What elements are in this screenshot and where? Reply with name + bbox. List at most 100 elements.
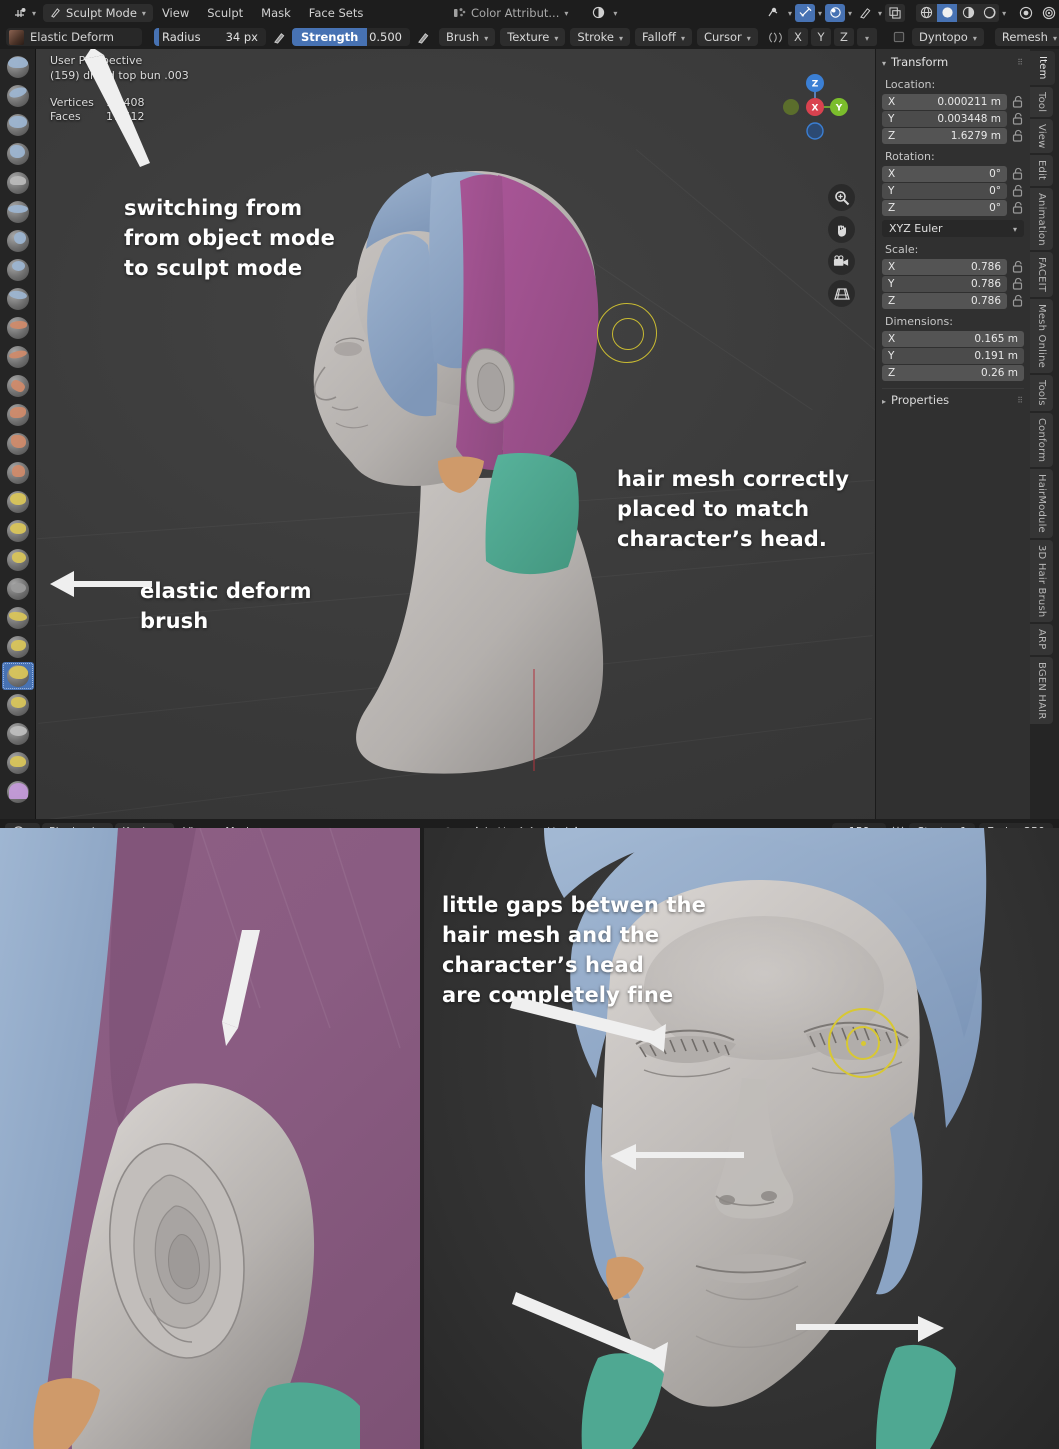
solid-shading-icon[interactable]	[937, 3, 958, 22]
popover-falloff[interactable]: Falloff ▾	[635, 28, 692, 46]
clay-thumb-brush[interactable]	[2, 169, 34, 197]
symmetry-y-toggle[interactable]: Y	[811, 28, 831, 46]
inflate-brush[interactable]	[2, 227, 34, 255]
rotate-brush[interactable]	[1, 662, 34, 690]
lock-icon[interactable]	[1011, 201, 1024, 215]
editor-type-icon[interactable]: ▾	[6, 4, 43, 22]
lock-icon[interactable]	[1011, 260, 1024, 274]
lock-icon[interactable]	[1011, 277, 1024, 291]
symmetry-x-toggle[interactable]: X	[788, 28, 808, 46]
smooth-brush[interactable]	[2, 314, 34, 342]
flatten-brush[interactable]	[2, 343, 34, 371]
multiplane-scrape-brush[interactable]	[2, 430, 34, 458]
scale-group-y-field[interactable]: Y 0.786	[882, 276, 1007, 292]
popover-stroke[interactable]: Stroke ▾	[570, 28, 630, 46]
radius-pressure-icon[interactable]	[269, 28, 289, 46]
color-attribute-label[interactable]: Color Attribut...	[471, 6, 559, 20]
layer-brush[interactable]	[2, 198, 34, 226]
snap-magnet-icon[interactable]	[795, 3, 816, 22]
popover-texture[interactable]: Texture ▾	[500, 28, 566, 46]
properties-panel-header[interactable]: ▸ Properties ⠿	[882, 388, 1024, 407]
crease-brush[interactable]	[2, 285, 34, 313]
thumb-brush[interactable]	[2, 575, 34, 603]
transform-panel-header[interactable]: ▾ Transform ⠿	[882, 52, 1024, 72]
lock-icon[interactable]	[1011, 129, 1024, 143]
menu-view[interactable]: View	[153, 4, 198, 22]
blend-mode-icon[interactable]	[588, 4, 608, 22]
lock-icon[interactable]	[1011, 184, 1024, 198]
zoom-icon[interactable]	[828, 184, 855, 211]
brush-curve-chevron-icon[interactable]: ▾	[878, 9, 882, 18]
location-group-y-field[interactable]: Y 0.003448 m	[882, 111, 1007, 127]
pinch-brush[interactable]	[2, 459, 34, 487]
camera-icon[interactable]	[828, 248, 855, 275]
rotation-group-z-field[interactable]: Z 0°	[882, 200, 1007, 216]
lock-icon[interactable]	[1011, 112, 1024, 126]
grab-brush[interactable]	[2, 488, 34, 516]
visibility-icon[interactable]	[765, 4, 785, 22]
sidebar-tab-tools[interactable]: Tools	[1030, 375, 1053, 411]
dimensions-group-x-field[interactable]: X 0.165 m	[882, 331, 1024, 347]
draw-sharp-brush[interactable]	[2, 82, 34, 110]
sidebar-tab-hairmodule[interactable]: HairModule	[1030, 469, 1053, 539]
slide-relax-brush[interactable]	[2, 691, 34, 719]
sidebar-tab-conform[interactable]: Conform	[1030, 412, 1053, 468]
brush-selector[interactable]: Elastic Deform	[6, 28, 142, 46]
dimensions-group-y-field[interactable]: Y 0.191 m	[882, 348, 1024, 364]
clay-brush[interactable]	[2, 111, 34, 139]
overlay-icon[interactable]	[885, 3, 906, 22]
panel-drag-handle[interactable]: ⠿	[1017, 396, 1024, 405]
sidebar-tab-bgen-hair[interactable]: BGEN HAIR	[1030, 656, 1053, 725]
sidebar-tab-arp[interactable]: ARP	[1030, 624, 1053, 655]
dimensions-group-z-field[interactable]: Z 0.26 m	[882, 365, 1024, 381]
sidebar-tab-view[interactable]: View	[1030, 118, 1053, 154]
panel-drag-handle[interactable]: ⠿	[1017, 58, 1024, 67]
snap-chevron-icon[interactable]: ▾	[818, 9, 822, 18]
chevron-down-icon[interactable]: ▾	[564, 9, 568, 18]
sidebar-tab-edit[interactable]: Edit	[1030, 155, 1053, 186]
elastic-deform-brush[interactable]	[2, 517, 34, 545]
rendered-shading-icon[interactable]	[979, 3, 1000, 22]
proportional-chevron-icon[interactable]: ▾	[848, 9, 852, 18]
dyntopo-popover[interactable]: Dyntopo ▾	[912, 28, 984, 46]
scale-group-x-field[interactable]: X 0.786	[882, 259, 1007, 275]
blob-brush[interactable]	[2, 256, 34, 284]
wireframe-shading-icon[interactable]	[916, 3, 937, 22]
scale-group-z-field[interactable]: Z 0.786	[882, 293, 1007, 309]
strength-slider[interactable]: Strength 0.500	[292, 28, 410, 46]
remesh-popover[interactable]: Remesh ▾	[994, 28, 1059, 46]
snake-hook-brush[interactable]	[2, 546, 34, 574]
sidebar-tab-animation[interactable]: Animation	[1030, 187, 1053, 251]
simplify-brush[interactable]	[2, 720, 34, 748]
viewport-3d[interactable]: User Perspective (159) dread top bun .00…	[36, 49, 875, 819]
shading-chevron-icon[interactable]: ▾	[1002, 9, 1006, 18]
sidebar-tab-mesh-online[interactable]: Mesh Online	[1030, 299, 1053, 374]
popover-brush[interactable]: Brush ▾	[439, 28, 496, 46]
sidebar-tab-faceit[interactable]: FACEIT	[1030, 252, 1053, 298]
menu-face-sets[interactable]: Face Sets	[300, 4, 373, 22]
menu-mask[interactable]: Mask	[252, 4, 300, 22]
draw-face-sets-brush[interactable]	[2, 778, 34, 806]
lock-icon[interactable]	[1011, 294, 1024, 308]
mask-brush[interactable]	[2, 749, 34, 777]
scrape-brush[interactable]	[2, 401, 34, 429]
mode-selector[interactable]: Sculpt Mode ▾	[43, 3, 153, 22]
material-shading-icon[interactable]	[958, 3, 979, 22]
pose-brush[interactable]	[2, 604, 34, 632]
navigation-gizmo[interactable]: Z X Y	[775, 67, 848, 140]
symmetry-options-chevron-icon[interactable]: ▾	[857, 28, 877, 46]
strength-pressure-icon[interactable]	[413, 28, 433, 46]
lock-icon[interactable]	[1011, 95, 1024, 109]
ortho-grid-icon[interactable]	[828, 280, 855, 307]
toggle-xray-icon[interactable]	[1039, 4, 1059, 22]
blend-mode-chevron-icon[interactable]: ▾	[613, 9, 617, 18]
clay-strips-brush[interactable]	[2, 140, 34, 168]
camera-view-icon[interactable]	[1016, 4, 1036, 22]
rotation-group-y-field[interactable]: Y 0°	[882, 183, 1007, 199]
sidebar-tab-item[interactable]: Item	[1030, 51, 1055, 85]
popover-cursor[interactable]: Cursor ▾	[696, 28, 758, 46]
sidebar-tab-tool[interactable]: Tool	[1030, 86, 1053, 117]
dyntopo-checkbox[interactable]	[889, 28, 909, 46]
pan-hand-icon[interactable]	[828, 216, 855, 243]
proportional-edit-icon[interactable]	[825, 3, 846, 22]
